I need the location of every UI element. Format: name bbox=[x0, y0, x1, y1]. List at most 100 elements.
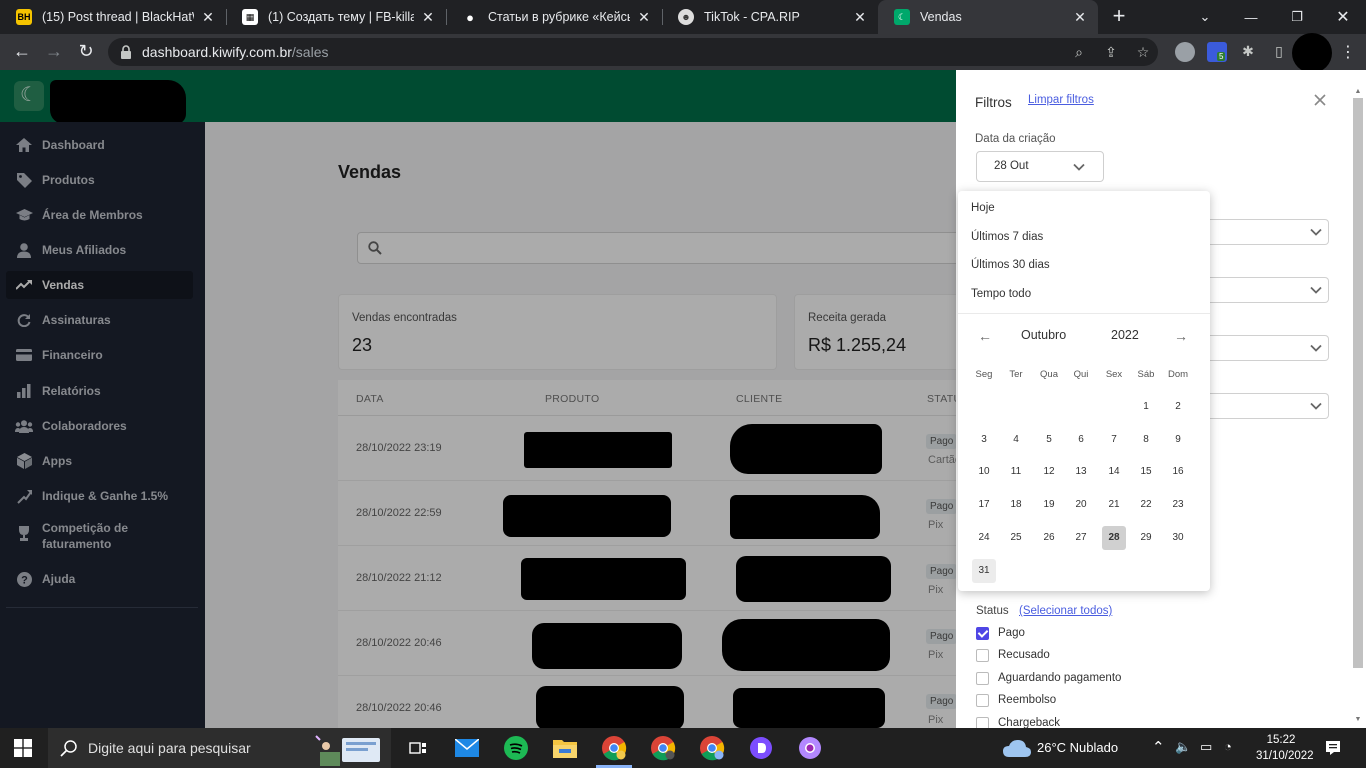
close-tab-icon[interactable]: ✕ bbox=[420, 9, 436, 26]
purple-app-icon[interactable] bbox=[747, 734, 775, 762]
puzzle-icon[interactable]: ✱ bbox=[1239, 42, 1257, 60]
tab-cparip[interactable]: ☻ TikTok - CPA.RIP ✕ bbox=[662, 0, 878, 34]
devtools-extension-icon[interactable]: 5 bbox=[1207, 42, 1227, 62]
calendar-day[interactable]: 21 bbox=[1102, 493, 1126, 517]
calendar-day[interactable]: 15 bbox=[1134, 460, 1158, 484]
chrome-icon[interactable] bbox=[600, 734, 628, 762]
arrow-left-icon[interactable]: ← bbox=[977, 329, 993, 343]
calendar-day[interactable]: 2 bbox=[1166, 395, 1190, 419]
close-tab-icon[interactable]: ✕ bbox=[852, 9, 868, 26]
share-page-icon[interactable]: ⇪ bbox=[1102, 43, 1120, 61]
scroll-down-icon[interactable]: ▼ bbox=[1353, 716, 1363, 724]
clear-filters-link[interactable]: Limpar filtros bbox=[1028, 94, 1094, 106]
scrollbar-thumb[interactable] bbox=[1353, 98, 1363, 668]
calendar-day[interactable]: 5 bbox=[1037, 428, 1061, 452]
tab-articles[interactable]: ● Статьи в рубрике «Кейсы» | ✕ bbox=[446, 0, 662, 34]
preset-hoje[interactable]: Hoje bbox=[971, 202, 995, 214]
system-clock[interactable]: 15:22 31/10/2022 bbox=[1256, 732, 1314, 764]
checkbox-aguardando[interactable] bbox=[976, 672, 989, 685]
calendar-day[interactable]: 19 bbox=[1037, 493, 1061, 517]
tab-search-icon[interactable]: ⌄ bbox=[1182, 0, 1228, 34]
calendar-day[interactable]: 22 bbox=[1134, 493, 1158, 517]
calendar-day[interactable]: 3 bbox=[972, 428, 996, 452]
file-explorer-icon[interactable] bbox=[551, 734, 579, 762]
calendar-day[interactable]: 18 bbox=[1004, 493, 1028, 517]
checkbox-recusado[interactable] bbox=[976, 649, 989, 662]
restore-icon[interactable]: ❐ bbox=[1274, 0, 1320, 34]
calendar-day[interactable]: 11 bbox=[1004, 460, 1028, 484]
calendar-day[interactable]: 4 bbox=[1004, 428, 1028, 452]
filter-select-3[interactable] bbox=[1206, 277, 1329, 303]
close-tab-icon[interactable]: ✕ bbox=[636, 9, 652, 26]
calendar-day[interactable]: 28 bbox=[1102, 526, 1126, 550]
calendar-year[interactable]: 2022 bbox=[1111, 328, 1139, 342]
windows-start-icon[interactable] bbox=[14, 739, 32, 757]
new-tab-icon[interactable]: + bbox=[1108, 5, 1130, 28]
filter-select-5[interactable] bbox=[1206, 393, 1329, 419]
modal-backdrop[interactable] bbox=[0, 70, 956, 728]
calendar-day[interactable]: 24 bbox=[972, 526, 996, 550]
date-filter-select[interactable]: 28 Out bbox=[976, 151, 1104, 182]
calendar-day[interactable]: 27 bbox=[1069, 526, 1093, 550]
reload-icon[interactable]: ↻ bbox=[74, 40, 98, 64]
chrome-profile-2-icon[interactable] bbox=[649, 734, 677, 762]
tab-vendas[interactable]: ☾ Vendas ✕ bbox=[878, 0, 1098, 34]
profile-avatar[interactable] bbox=[1292, 33, 1332, 73]
spotify-icon[interactable] bbox=[502, 734, 530, 762]
calendar-day[interactable]: 30 bbox=[1166, 526, 1190, 550]
kebab-menu-icon[interactable]: ⋮ bbox=[1340, 42, 1356, 62]
calendar-day[interactable]: 23 bbox=[1166, 493, 1190, 517]
calendar-day[interactable]: 10 bbox=[972, 460, 996, 484]
extension-icon[interactable] bbox=[1175, 42, 1195, 62]
forward-icon[interactable]: → bbox=[42, 40, 66, 64]
calendar-day[interactable]: 7 bbox=[1102, 428, 1126, 452]
task-view-icon[interactable] bbox=[404, 734, 432, 762]
close-icon[interactable] bbox=[1312, 92, 1328, 108]
tab-blackhat[interactable]: BH (15) Post thread | BlackHatW ✕ bbox=[0, 0, 226, 34]
wifi-icon[interactable]: ◔ bbox=[1224, 739, 1232, 754]
preset-30-dias[interactable]: Últimos 30 dias bbox=[971, 259, 1050, 271]
battery-icon[interactable]: ▭ bbox=[1200, 739, 1212, 755]
close-tab-icon[interactable]: ✕ bbox=[200, 9, 216, 26]
scroll-up-icon[interactable]: ▲ bbox=[1353, 88, 1363, 96]
checkbox-reembolso[interactable] bbox=[976, 694, 989, 707]
calendar-day[interactable]: 29 bbox=[1134, 526, 1158, 550]
taskbar-search[interactable]: Digite aqui para pesquisar bbox=[48, 728, 391, 768]
weather-text[interactable]: 26°C Nublado bbox=[1037, 740, 1118, 755]
side-panel-icon[interactable]: ▯ bbox=[1270, 42, 1288, 60]
browser-app-icon[interactable] bbox=[796, 734, 824, 762]
calendar-day[interactable]: 31 bbox=[972, 559, 996, 583]
preset-tempo-todo[interactable]: Tempo todo bbox=[971, 288, 1031, 300]
calendar-day[interactable]: 20 bbox=[1069, 493, 1093, 517]
chevron-up-icon[interactable]: ⌃ bbox=[1152, 738, 1165, 756]
zoom-icon[interactable]: ⌕ bbox=[1070, 43, 1088, 61]
calendar-day[interactable]: 17 bbox=[972, 493, 996, 517]
select-all-link[interactable]: (Selecionar todos) bbox=[1019, 605, 1112, 617]
calendar-day[interactable]: 9 bbox=[1166, 428, 1190, 452]
mail-icon[interactable] bbox=[453, 734, 481, 762]
calendar-month[interactable]: Outubro bbox=[1021, 328, 1066, 342]
preset-7-dias[interactable]: Últimos 7 dias bbox=[971, 231, 1043, 243]
calendar-day[interactable]: 26 bbox=[1037, 526, 1061, 550]
close-tab-icon[interactable]: ✕ bbox=[1072, 9, 1088, 26]
bookmark-star-icon[interactable]: ☆ bbox=[1134, 43, 1152, 61]
panel-scrollbar[interactable]: ▲ ▼ bbox=[1350, 88, 1364, 728]
calendar-day[interactable]: 14 bbox=[1102, 460, 1126, 484]
minimize-icon[interactable]: — bbox=[1228, 0, 1274, 34]
filter-select-4[interactable] bbox=[1206, 335, 1329, 361]
calendar-day[interactable]: 16 bbox=[1166, 460, 1190, 484]
calendar-day[interactable]: 1 bbox=[1134, 395, 1158, 419]
calendar-day[interactable]: 8 bbox=[1134, 428, 1158, 452]
address-bar[interactable]: dashboard.kiwify.com.br/sales ⌕ ⇪ ☆ bbox=[108, 38, 1158, 66]
chrome-profile-3-icon[interactable] bbox=[698, 734, 726, 762]
calendar-day[interactable]: 25 bbox=[1004, 526, 1028, 550]
speaker-icon[interactable]: 🔈 bbox=[1175, 739, 1191, 755]
notification-icon[interactable] bbox=[1325, 740, 1341, 756]
arrow-right-icon[interactable]: → bbox=[1173, 329, 1189, 343]
calendar-day[interactable]: 13 bbox=[1069, 460, 1093, 484]
checkbox-pago[interactable] bbox=[976, 627, 989, 640]
back-icon[interactable]: ← bbox=[10, 40, 34, 64]
tab-fbkilla[interactable]: ▦ (1) Создать тему | FB-killa - с ✕ bbox=[226, 0, 446, 34]
close-window-icon[interactable]: ✕ bbox=[1320, 0, 1366, 34]
calendar-day[interactable]: 6 bbox=[1069, 428, 1093, 452]
